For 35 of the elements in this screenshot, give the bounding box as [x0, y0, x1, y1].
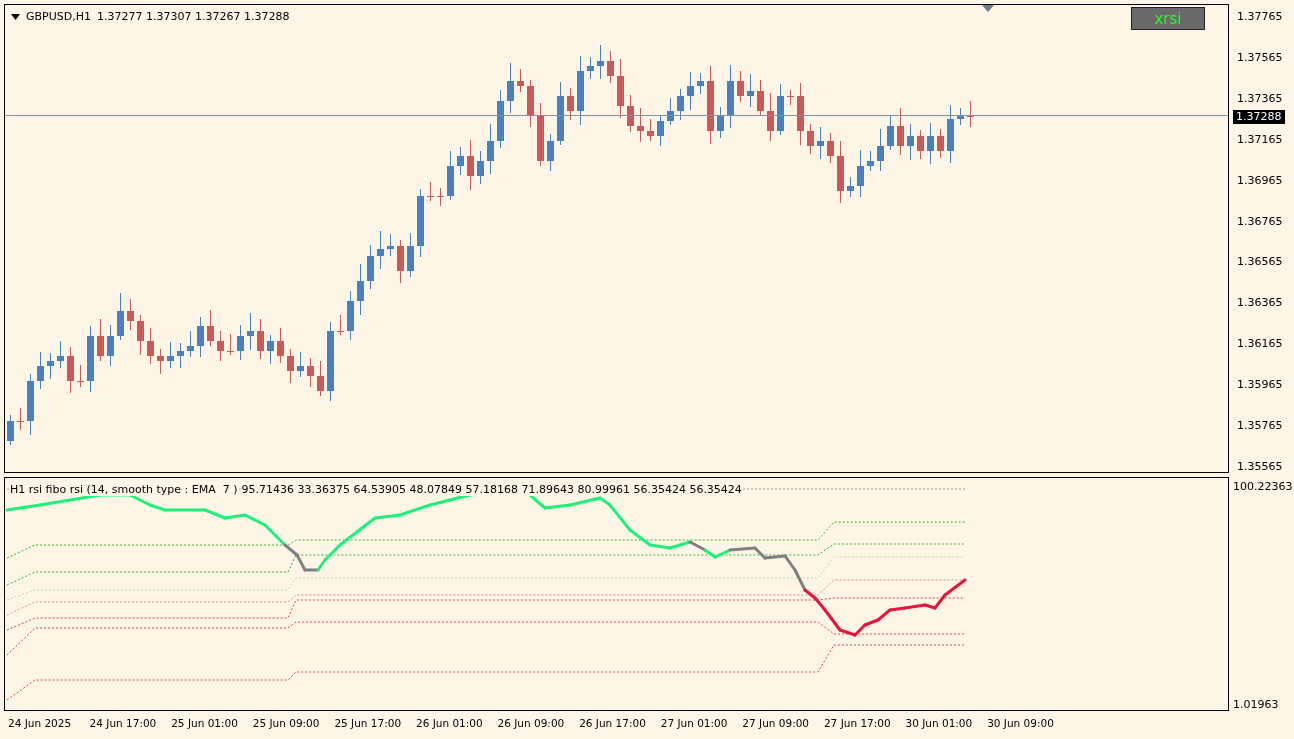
chart-symbol: GBPUSD,H1 — [26, 10, 91, 23]
time-axis-label: 25 Jun 17:00 — [333, 717, 403, 731]
indicator-axis-max: 100.22363 — [1233, 480, 1294, 493]
time-axis-label: 27 Jun 09:00 — [741, 717, 811, 731]
price-axis-label: 1.35965 — [1236, 378, 1284, 392]
time-axis-label: 27 Jun 01:00 — [659, 717, 729, 731]
price-axis-label: 1.36165 — [1236, 337, 1284, 351]
current-price-label: 1.37288 — [1233, 110, 1285, 124]
price-axis-label: 1.37365 — [1236, 91, 1284, 105]
time-axis-label: 24 Jun 2025 — [7, 717, 73, 731]
xrsi-button[interactable]: xrsi — [1131, 7, 1205, 30]
price-axis-label: 1.36765 — [1236, 214, 1284, 228]
time-axis-label: 30 Jun 09:00 — [986, 717, 1055, 731]
price-axis-label: 1.36365 — [1236, 296, 1284, 310]
price-axis-label: 1.36565 — [1236, 255, 1284, 269]
price-axis-label: 1.36965 — [1236, 173, 1284, 187]
time-axis-label: 25 Jun 09:00 — [251, 717, 321, 731]
price-axis-label: 1.35765 — [1236, 419, 1284, 433]
indicator-title: H1 rsi fibo rsi (14, smooth type : EMA 7 ) — [10, 483, 238, 496]
chart-shift-triangle-icon[interactable] — [982, 5, 994, 12]
price-axis-label: 1.37165 — [1236, 132, 1284, 146]
time-axis-label: 30 Jun 01:00 — [904, 717, 974, 731]
price-axis-label: 1.37765 — [1236, 10, 1284, 23]
time-axis-label: 26 Jun 01:00 — [414, 717, 484, 731]
price-axis-label: 1.37565 — [1236, 50, 1284, 64]
indicator-values: 95.71436 33.36375 64.53905 48.07849 57.18168 71.89643 80.99961 56.35424 56.35424 — [241, 483, 742, 496]
time-axis-label: 27 Jun 17:00 — [822, 717, 892, 731]
time-axis-label: 26 Jun 09:00 — [496, 717, 566, 731]
dropdown-triangle-icon[interactable] — [11, 13, 20, 20]
price-axis-label: 1.35565 — [1236, 459, 1284, 473]
time-axis-label: 24 Jun 17:00 — [88, 717, 158, 731]
chart-ohlc: 1.37277 1.37307 1.37267 1.37288 — [97, 10, 290, 23]
time-axis-label: 26 Jun 17:00 — [578, 717, 647, 731]
time-axis-label: 25 Jun 01:00 — [170, 717, 239, 731]
indicator-axis-min: 1.01963 — [1233, 698, 1280, 711]
